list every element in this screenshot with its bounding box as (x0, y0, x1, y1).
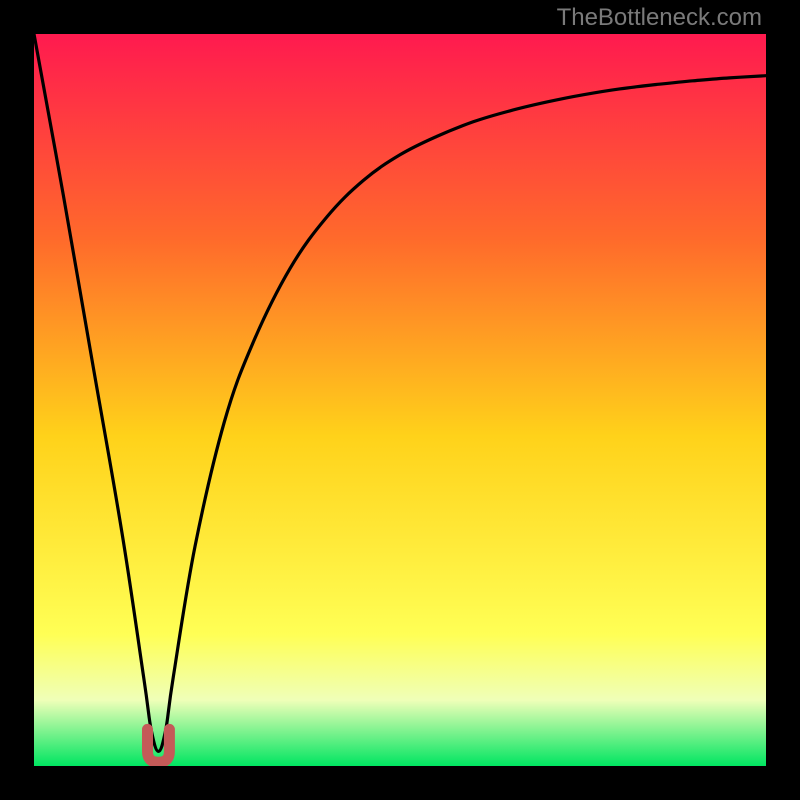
watermark-text: TheBottleneck.com (557, 4, 762, 32)
gradient-bg (34, 34, 766, 766)
bottleneck-plot (34, 34, 766, 766)
chart-frame: TheBottleneck.com (0, 0, 800, 800)
